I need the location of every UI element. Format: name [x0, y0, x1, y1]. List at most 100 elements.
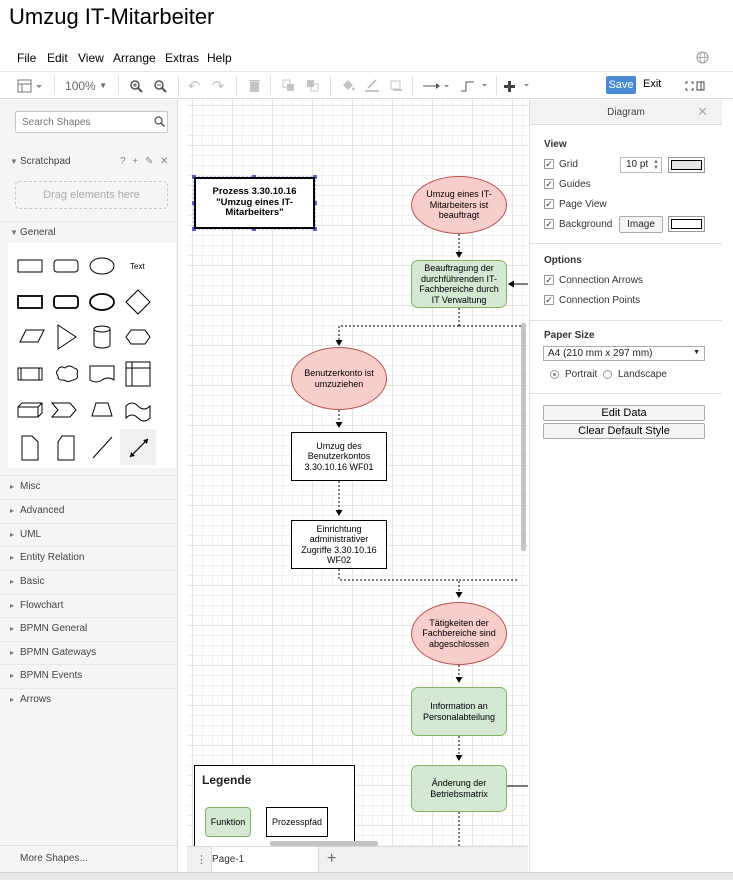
section-label: Advanced	[20, 505, 65, 516]
shape-text: Text	[130, 262, 145, 271]
close-icon[interactable]: ✕	[697, 104, 708, 120]
view-section-title: View	[544, 139, 567, 150]
checkbox-icon[interactable]: ✓	[544, 275, 554, 285]
chevron-right-icon: ▸	[10, 671, 15, 680]
legend-box[interactable]: Legende Funktion Prozesspfad	[194, 765, 355, 846]
connection-arrows-label: Connection Arrows	[559, 275, 643, 286]
section-label: Arrows	[20, 694, 52, 705]
page-tab-label: Page-1	[212, 854, 245, 865]
section-bpmn-events[interactable]: ▸ BPMN Events	[0, 664, 177, 686]
edit-data-button[interactable]: Edit Data	[543, 405, 705, 421]
section-label: BPMN Events	[20, 670, 83, 681]
checkbox-icon[interactable]: ✓	[544, 219, 554, 229]
process-node[interactable]: Umzug des Benutzerkontos 3.30.10.16 WF01	[291, 432, 387, 481]
event-node[interactable]: Umzug eines IT-Mitarbeiters ist beauftra…	[411, 176, 507, 234]
guides-label: Guides	[559, 179, 591, 190]
to-back-icon[interactable]	[302, 72, 322, 99]
menu-bar: File Edit View Arrange Extras Help	[0, 48, 733, 70]
section-label: Basic	[20, 576, 45, 587]
grid-color-swatch[interactable]	[668, 157, 705, 173]
legend-function: Funktion	[205, 807, 251, 837]
zoom-in-icon[interactable]	[126, 72, 146, 99]
portrait-radio[interactable]	[550, 370, 559, 379]
process-node[interactable]: Einrichtung administrativer Zugriffe 3.3…	[291, 520, 387, 569]
fill-color-icon[interactable]	[338, 72, 358, 99]
document-title[interactable]: Umzug IT-Mitarbeiter	[9, 4, 214, 30]
format-panel-toggle-icon[interactable]	[14, 72, 46, 99]
shape-bold-rounded-rectangle	[53, 295, 79, 309]
language-globe-icon[interactable]	[696, 51, 709, 64]
section-uml[interactable]: ▸ UML	[0, 523, 177, 545]
page-tab[interactable]: Page-1	[211, 847, 319, 873]
line-color-icon[interactable]	[362, 72, 382, 99]
zoom-select[interactable]: 100% ▼	[60, 72, 112, 99]
section-arrows[interactable]: ▸ Arrows	[0, 688, 177, 710]
section-label: BPMN Gateways	[20, 647, 97, 658]
function-node[interactable]: Beauftragung der durchführenden IT-Fachb…	[411, 260, 507, 308]
chevron-right-icon: ▸	[10, 482, 15, 491]
undo-icon[interactable]: ↶	[184, 72, 204, 99]
process-title-box[interactable]: Prozess 3.30.10.16 "Umzug eines IT-Mitar…	[194, 177, 315, 229]
grid-size-input[interactable]: 10 pt ▲ ▼	[620, 157, 662, 173]
chevron-right-icon: ▸	[10, 577, 15, 586]
waypoints-icon[interactable]	[458, 72, 490, 99]
exit-button[interactable]: Exit	[643, 78, 661, 90]
fullscreen-icon[interactable]	[683, 72, 707, 99]
menu-help[interactable]: Help	[207, 51, 232, 65]
background-image-button[interactable]: Image	[619, 216, 663, 233]
to-front-icon[interactable]	[278, 72, 298, 99]
function-node[interactable]: Information an Personalabteilung	[411, 687, 507, 736]
checkbox-icon[interactable]: ✓	[544, 159, 554, 169]
menu-edit[interactable]: Edit	[47, 51, 68, 65]
save-button[interactable]: Save	[606, 76, 636, 94]
legend-process-path: Prozesspfad	[266, 807, 328, 837]
menu-extras[interactable]: Extras	[165, 51, 199, 65]
shape-rhombus	[125, 289, 151, 315]
search-shapes-input[interactable]	[15, 111, 168, 133]
chevron-down-icon: ▼	[10, 157, 18, 166]
landscape-radio[interactable]	[603, 370, 612, 379]
add-page-icon[interactable]: +	[327, 850, 336, 868]
shape-cube	[17, 402, 43, 418]
scratchpad-tools[interactable]: ? + ✎ ✕	[120, 156, 171, 167]
grid-size-value: 10 pt	[626, 159, 649, 170]
section-scratchpad[interactable]: ▼ Scratchpad ? + ✎ ✕	[0, 151, 177, 173]
chevron-down-icon: ▼	[10, 228, 18, 237]
tab-diagram[interactable]: Diagram ✕	[530, 100, 722, 125]
checkbox-icon[interactable]: ✓	[544, 199, 554, 209]
delete-icon[interactable]	[244, 72, 264, 99]
scratchpad-drop-zone[interactable]: Drag elements here	[15, 181, 168, 209]
section-entity-relation[interactable]: ▸ Entity Relation	[0, 546, 177, 568]
section-misc[interactable]: ▸ Misc	[0, 475, 177, 497]
section-bpmn-general[interactable]: ▸ BPMN General	[0, 617, 177, 639]
vertical-scrollbar[interactable]	[521, 323, 526, 551]
magnifier-icon[interactable]	[154, 116, 165, 127]
paper-size-select[interactable]: A4 (210 mm x 297 mm) ▼	[543, 346, 705, 361]
page-menu-icon[interactable]: ⋮	[196, 853, 207, 866]
checkbox-icon[interactable]: ✓	[544, 179, 554, 189]
shape-cylinder	[93, 325, 111, 349]
redo-icon[interactable]: ↷	[208, 72, 228, 99]
menu-view[interactable]: View	[78, 51, 104, 65]
connection-arrow-icon[interactable]	[420, 72, 452, 99]
toolbar: 100% ▼ ↶ ↷ Save Exit	[0, 71, 733, 99]
menu-file[interactable]: File	[17, 51, 36, 65]
more-shapes-button[interactable]: More Shapes...	[0, 845, 177, 872]
shadow-icon[interactable]	[386, 72, 406, 99]
zoom-out-icon[interactable]	[150, 72, 170, 99]
insert-plus-icon[interactable]	[502, 72, 534, 99]
section-advanced[interactable]: ▸ Advanced	[0, 499, 177, 521]
event-node[interactable]: Tätigkeiten der Fachbereiche sind abgesc…	[411, 602, 507, 665]
event-node[interactable]: Benutzerkonto ist umzuziehen	[291, 347, 387, 410]
diagram-canvas[interactable]: Prozess 3.30.10.16 "Umzug eines IT-Mitar…	[187, 100, 528, 846]
function-node[interactable]: Änderung der Betriebsmatrix	[411, 765, 507, 812]
background-label: Background	[559, 219, 613, 230]
section-basic[interactable]: ▸ Basic	[0, 570, 177, 592]
section-flowchart[interactable]: ▸ Flowchart	[0, 594, 177, 616]
clear-default-style-button[interactable]: Clear Default Style	[543, 423, 705, 439]
checkbox-icon[interactable]: ✓	[544, 295, 554, 305]
section-general[interactable]: ▼ General	[0, 221, 177, 243]
menu-arrange[interactable]: Arrange	[113, 51, 156, 65]
section-bpmn-gateways[interactable]: ▸ BPMN Gateways	[0, 641, 177, 663]
background-color-swatch[interactable]	[668, 216, 705, 232]
